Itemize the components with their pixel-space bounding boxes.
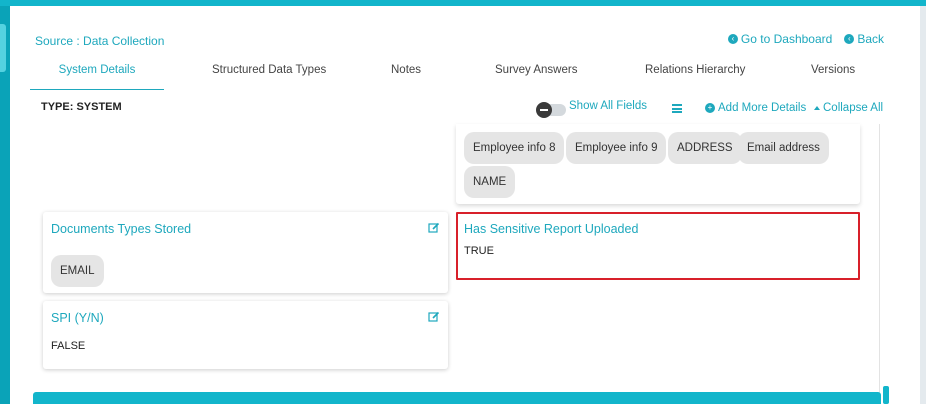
employee-info-card: Employee info 8 Employee info 9 ADDRESS … bbox=[456, 124, 860, 204]
footer-action-bar bbox=[33, 392, 881, 404]
edit-square-icon[interactable] bbox=[428, 222, 440, 234]
collapse-all-button[interactable]: Collapse All bbox=[814, 102, 883, 114]
tab-relations-hierarchy[interactable]: Relations Hierarchy bbox=[645, 62, 745, 90]
caret-up-icon bbox=[814, 106, 820, 110]
tab-versions[interactable]: Versions bbox=[811, 62, 855, 90]
type-label: TYPE: SYSTEM bbox=[41, 101, 122, 113]
chip-name: NAME bbox=[464, 166, 516, 198]
sidebar-active-indicator bbox=[0, 24, 6, 72]
documents-types-title: Documents Types Stored bbox=[51, 222, 192, 236]
chip-email: EMAIL bbox=[51, 255, 104, 287]
show-all-fields-toggle[interactable] bbox=[536, 102, 566, 118]
documents-types-card: Documents Types Stored EMAIL bbox=[43, 212, 448, 293]
hamburger-menu-icon[interactable] bbox=[672, 104, 682, 113]
column-divider bbox=[879, 124, 880, 394]
add-more-details-label: Add More Details bbox=[718, 102, 807, 114]
header-nav-links: ‹ Go to Dashboard ‹ Back bbox=[727, 32, 884, 46]
go-to-dashboard-label: Go to Dashboard bbox=[740, 32, 833, 46]
sensitive-report-card: Has Sensitive Report Uploaded TRUE bbox=[456, 212, 860, 280]
edit-square-icon[interactable] bbox=[428, 311, 440, 323]
plus-circle-icon: + bbox=[705, 103, 715, 113]
source-label: Source : Data Collection bbox=[35, 34, 165, 48]
arrow-left-circle-icon: ‹ bbox=[727, 34, 738, 44]
back-link[interactable]: ‹ Back bbox=[844, 32, 884, 46]
spi-title: SPI (Y/N) bbox=[51, 311, 104, 325]
spi-card: SPI (Y/N) FALSE bbox=[43, 301, 448, 369]
chip-address: ADDRESS bbox=[668, 132, 742, 164]
detail-tabs: System Details Structured Data Types Not… bbox=[30, 62, 890, 90]
scrollbar-thumb[interactable] bbox=[883, 386, 889, 404]
tab-structured-data-types[interactable]: Structured Data Types bbox=[212, 62, 326, 90]
left-sidebar-rail[interactable] bbox=[0, 6, 10, 404]
tab-system-details[interactable]: System Details bbox=[30, 62, 164, 90]
spi-value: FALSE bbox=[51, 340, 86, 352]
main-panel: Source : Data Collection ‹ Go to Dashboa… bbox=[10, 6, 920, 404]
sensitive-report-value: TRUE bbox=[464, 245, 494, 257]
chip-email-address: Email address bbox=[738, 132, 829, 164]
arrow-left-circle-icon: ‹ bbox=[844, 34, 855, 44]
chip-employee-info-8: Employee info 8 bbox=[464, 132, 565, 164]
tab-notes[interactable]: Notes bbox=[391, 62, 421, 90]
details-toolbar: Show All Fields + Add More Details Colla… bbox=[536, 100, 888, 120]
toggle-knob bbox=[536, 102, 552, 118]
show-all-fields-label[interactable]: Show All Fields bbox=[569, 100, 647, 112]
back-label: Back bbox=[857, 32, 884, 46]
sensitive-report-title: Has Sensitive Report Uploaded bbox=[464, 222, 639, 236]
right-scroll-track[interactable] bbox=[920, 6, 926, 404]
go-to-dashboard-link[interactable]: ‹ Go to Dashboard bbox=[727, 32, 833, 46]
tab-survey-answers[interactable]: Survey Answers bbox=[495, 62, 577, 90]
add-more-details-button[interactable]: + Add More Details bbox=[705, 102, 806, 114]
chip-employee-info-9: Employee info 9 bbox=[566, 132, 667, 164]
collapse-all-label: Collapse All bbox=[823, 102, 884, 114]
